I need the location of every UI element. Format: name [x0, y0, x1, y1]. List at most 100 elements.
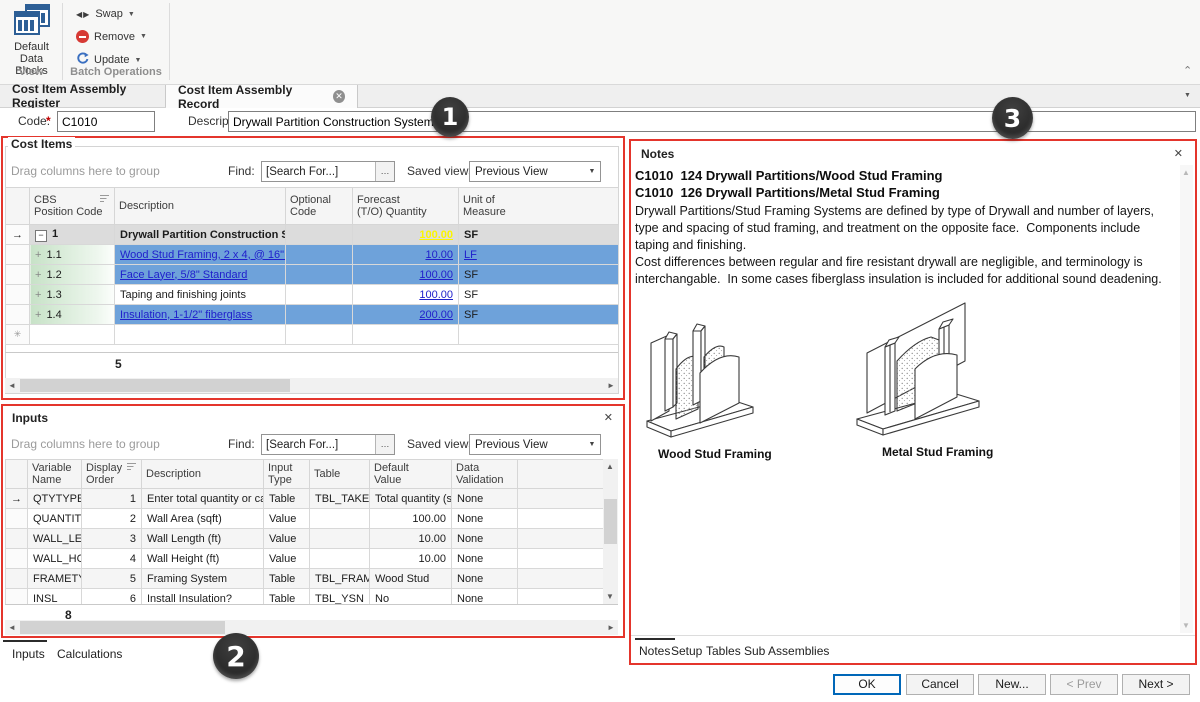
expand-icon[interactable]: +	[35, 309, 41, 321]
table-row[interactable]: WALL_HGT 4 Wall Height (ft) Value 10.00 …	[6, 549, 619, 569]
col-table[interactable]: Table	[310, 460, 370, 489]
saved-views-label: Saved views:	[407, 164, 478, 178]
col-optional-code[interactable]: OptionalCode	[286, 188, 353, 225]
remove-button[interactable]: Remove ▼	[76, 30, 147, 43]
col-variable-name[interactable]: VariableName	[28, 460, 82, 489]
notes-paragraph-1: Drywall Partitions/Stud Framing Systems …	[635, 203, 1177, 253]
col-cbs-position-code[interactable]: CBS Position Code	[30, 188, 115, 225]
sort-icon	[100, 194, 110, 206]
table-row[interactable]: → −1 Drywall Partition Construction Syst…	[6, 225, 619, 245]
sort-icon	[127, 462, 137, 474]
scrollbar-thumb[interactable]	[20, 379, 290, 392]
horizontal-scrollbar[interactable]: ◄ ►	[5, 378, 618, 393]
col-data-validation[interactable]: DataValidation	[452, 460, 518, 489]
tab-list-dropdown-icon[interactable]: ▼	[1184, 92, 1191, 99]
vertical-scrollbar[interactable]: ▲ ▼	[1180, 165, 1193, 633]
quantity-link[interactable]: 100.00	[419, 289, 453, 301]
chevron-down-icon: ▼	[128, 11, 135, 18]
search-input[interactable]: [Search For...] …	[261, 161, 395, 182]
quantity-link[interactable]: 10.00	[425, 249, 453, 261]
cost-item-link[interactable]: Insulation, 1-1/2" fiberglass	[120, 309, 252, 321]
col-unit-of-measure[interactable]: Unit ofMeasure	[459, 188, 619, 225]
cancel-button[interactable]: Cancel	[906, 674, 974, 695]
expand-icon[interactable]: +	[35, 269, 41, 281]
scrollbar-thumb[interactable]	[604, 499, 617, 544]
tab-notes[interactable]: Notes	[639, 644, 670, 658]
header-row: CBS Position Code Description OptionalCo…	[6, 188, 619, 225]
table-row[interactable]: +1.2 Face Layer, 5/8" Standard 100.00 SF	[6, 265, 619, 285]
quantity-link[interactable]: 100.00	[419, 229, 453, 241]
group-by-hint: Drag columns here to group	[11, 437, 160, 451]
collapse-ribbon-icon[interactable]: ⌃	[1183, 64, 1192, 77]
col-display-order[interactable]: Display Order	[82, 460, 142, 489]
expand-icon[interactable]: +	[35, 249, 41, 261]
saved-views-dropdown[interactable]: Previous View ▼	[469, 161, 601, 182]
scroll-right-icon[interactable]: ►	[604, 620, 618, 635]
ok-button[interactable]: OK	[833, 674, 901, 695]
col-input-type[interactable]: InputType	[264, 460, 310, 489]
quantity-link[interactable]: 200.00	[419, 309, 453, 321]
new-button[interactable]: New...	[978, 674, 1046, 695]
tab-calculations[interactable]: Calculations	[57, 647, 122, 661]
close-tab-icon[interactable]: ✕	[333, 90, 345, 103]
swap-button[interactable]: ◀▶ Swap ▼	[76, 8, 135, 20]
tab-setup[interactable]: Setup	[671, 644, 702, 658]
scroll-up-icon[interactable]: ▲	[603, 459, 617, 474]
col-default-value[interactable]: DefaultValue	[370, 460, 452, 489]
new-row[interactable]: ✳	[6, 325, 619, 345]
ellipsis-button[interactable]: …	[375, 162, 394, 181]
scroll-left-icon[interactable]: ◄	[5, 378, 19, 393]
table-row[interactable]: +1.1 Wood Stud Framing, 2 x 4, @ 16" O.C…	[6, 245, 619, 265]
table-row[interactable]: INSL 6 Install Insulation? Table TBL_YSN…	[6, 589, 619, 605]
cost-item-link[interactable]: Wood Stud Framing, 2 x 4, @ 16" O.C.	[120, 249, 286, 261]
table-row[interactable]: WALL_LEN 3 Wall Length (ft) Value 10.00 …	[6, 529, 619, 549]
table-row[interactable]: FRAMETYPE 5 Framing System Table TBL_FRA…	[6, 569, 619, 589]
col-forecast-quantity[interactable]: Forecast(T/O) Quantity	[353, 188, 459, 225]
tab-cost-item-assembly-record[interactable]: Cost Item Assembly Record ✕	[166, 85, 358, 108]
close-icon[interactable]: ✕	[1174, 147, 1183, 160]
table-row[interactable]: +1.3 Taping and finishing joints 100.00 …	[6, 285, 619, 305]
scroll-down-icon[interactable]: ▼	[1179, 618, 1193, 633]
expand-icon[interactable]: +	[35, 289, 41, 301]
col-description[interactable]: Description	[142, 460, 264, 489]
row-indicator-header	[6, 188, 30, 225]
ribbon: Default Data Blocks View ◀▶ Swap ▼ Remov…	[0, 0, 1200, 85]
tab-inputs[interactable]: Inputs	[12, 647, 45, 661]
uom-link[interactable]: LF	[464, 249, 477, 261]
scroll-down-icon[interactable]: ▼	[603, 589, 617, 604]
scroll-right-icon[interactable]: ►	[604, 378, 618, 393]
prev-button[interactable]: < Prev	[1050, 674, 1118, 695]
close-icon[interactable]: ✕	[604, 411, 613, 424]
find-label: Find:	[228, 437, 255, 451]
table-row[interactable]: +1.4 Insulation, 1-1/2" fiberglass 200.0…	[6, 305, 619, 325]
tab-cost-item-assembly-register[interactable]: Cost Item Assembly Register	[0, 85, 166, 107]
horizontal-scrollbar[interactable]: ◄ ►	[5, 620, 618, 635]
scrollbar-thumb[interactable]	[20, 621, 225, 634]
collapse-icon[interactable]: −	[35, 230, 47, 242]
wood-stud-framing-caption: Wood Stud Framing	[658, 447, 772, 461]
search-input[interactable]: [Search For...] …	[261, 434, 395, 455]
table-row[interactable]: → QTYTYPE 1 Enter total quantity or calc…	[6, 489, 619, 509]
view-group-label: View	[0, 66, 62, 78]
table-row[interactable]: QUANTITY 2 Wall Area (sqft) Value 100.00…	[6, 509, 619, 529]
col-description[interactable]: Description	[115, 188, 286, 225]
cost-item-link[interactable]: Face Layer, 5/8" Standard	[120, 269, 247, 281]
code-field[interactable]	[57, 111, 155, 132]
scroll-up-icon[interactable]: ▲	[1179, 165, 1193, 180]
cost-items-panel: Cost Items Drag columns here to group Fi…	[1, 136, 625, 400]
quantity-link[interactable]: 100.00	[419, 269, 453, 281]
ellipsis-button[interactable]: …	[375, 435, 394, 454]
active-tab-indicator	[3, 640, 47, 642]
saved-views-dropdown[interactable]: Previous View ▼	[469, 434, 601, 455]
tab-tables[interactable]: Tables	[706, 644, 741, 658]
notes-title: Notes	[638, 147, 677, 161]
vertical-scrollbar[interactable]: ▲ ▼	[603, 459, 618, 604]
row-indicator-header	[6, 460, 28, 489]
annotation-badge-3: 3	[992, 97, 1033, 139]
tab-sub-assemblies[interactable]: Sub Assemblies	[744, 644, 829, 658]
scroll-left-icon[interactable]: ◄	[5, 620, 19, 635]
grid-footer-divider	[5, 604, 618, 605]
description-field[interactable]	[228, 111, 1196, 132]
next-button[interactable]: Next >	[1122, 674, 1190, 695]
inputs-grid: VariableName Display Order Description I…	[5, 459, 618, 604]
